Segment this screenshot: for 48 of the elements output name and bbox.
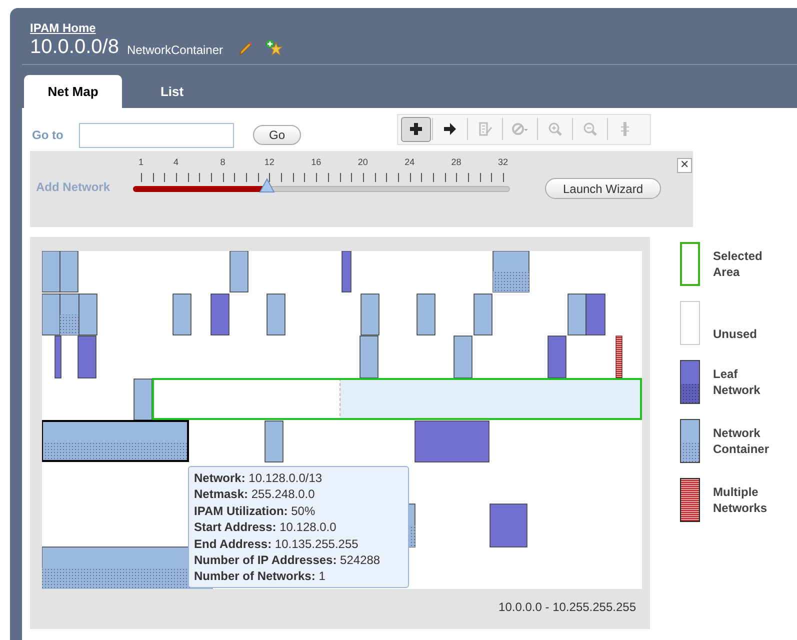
legend-label: Unused [713, 326, 758, 342]
tooltip-line: End Address: 10.135.255.255 [194, 536, 360, 552]
tab[interactable]: List [132, 75, 212, 108]
tick-label: 12 [264, 157, 274, 167]
tab[interactable]: Net Map [24, 75, 122, 108]
tooltip-line: Number of Networks: 1 [194, 568, 326, 585]
tick-label: 24 [404, 157, 415, 167]
legend-label: Selected Area [713, 248, 764, 280]
zoom-in-icon [547, 121, 563, 137]
legend-swatch [680, 301, 700, 345]
tooltip-line: Number of IP Addresses: 524288 [194, 552, 382, 568]
legend-swatch [680, 360, 700, 404]
breadcrumb-link[interactable]: IPAM Home [30, 20, 96, 36]
legend-label: Multiple Networks [713, 484, 768, 516]
tick-label: 8 [220, 157, 226, 167]
zoom-out-icon [582, 121, 598, 137]
goto-label: Go to [32, 127, 64, 144]
plus-button[interactable] [401, 116, 431, 142]
slider-thumb[interactable] [258, 178, 275, 193]
legend-swatch [680, 478, 700, 522]
block-icon [511, 121, 529, 137]
tick-label: 1 [138, 157, 144, 167]
legend-swatch [680, 419, 700, 463]
tooltip-line: IPAM Utilization: 50% [194, 502, 316, 520]
add-network-label: Add Network [36, 179, 110, 196]
network-type: NetworkContainer [126, 42, 224, 58]
plus-icon [408, 121, 424, 137]
tick-label: 20 [358, 157, 368, 167]
close-button[interactable]: ✕ [677, 158, 692, 173]
edit-icon [477, 121, 493, 137]
tooltip-line: Start Address: 10.128.0.0 [194, 519, 338, 536]
tick-label: 28 [451, 157, 462, 167]
address-range: 10.0.0.0 - 10.255.255.255 [498, 599, 636, 616]
tick-label: 32 [498, 157, 508, 167]
tooltip-line: Network: 10.128.0.0/13 [194, 470, 324, 486]
tooltip-line: Netmask: 255.248.0.0 [194, 486, 316, 503]
goto-field[interactable] [79, 122, 234, 148]
go-button[interactable]: Go [253, 125, 301, 145]
pencil-icon[interactable] [237, 41, 254, 57]
legend-swatch [680, 242, 700, 286]
legend-label: Network Container [713, 425, 770, 457]
arrow-icon [442, 121, 458, 137]
launch-wizard-button[interactable]: Launch Wizard [545, 178, 661, 199]
network-title: 10.0.0.0/8 [30, 36, 119, 58]
star-plus-icon[interactable] [265, 39, 284, 57]
tick-label: 4 [174, 157, 179, 167]
tick-label: 16 [311, 157, 322, 167]
legend-label: Leaf Network [713, 366, 762, 398]
